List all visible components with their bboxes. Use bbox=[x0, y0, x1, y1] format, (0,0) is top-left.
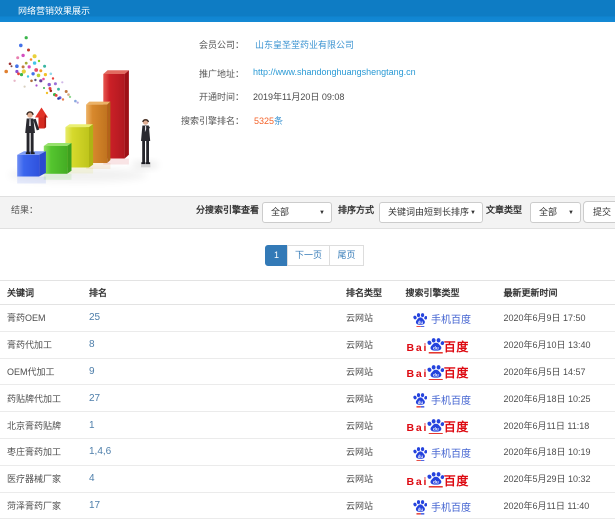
svg-text:du: du bbox=[417, 320, 423, 325]
svg-text:du: du bbox=[417, 507, 423, 512]
svg-text:du: du bbox=[417, 454, 423, 459]
svg-text:du: du bbox=[433, 373, 439, 379]
svg-text:du: du bbox=[417, 400, 423, 405]
svg-text:du: du bbox=[433, 480, 439, 486]
svg-text:du: du bbox=[433, 426, 439, 432]
svg-text:du: du bbox=[433, 346, 439, 352]
